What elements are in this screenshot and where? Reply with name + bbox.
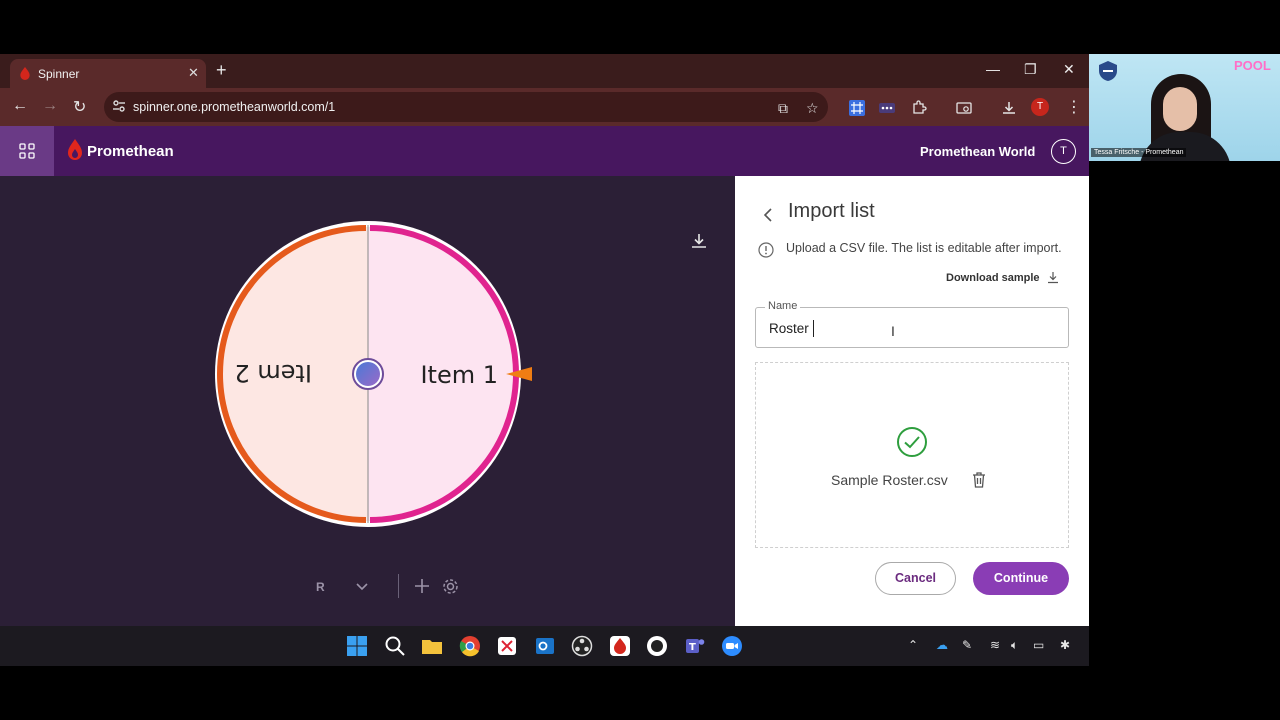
tray-overflow-icon[interactable]: ⌃: [908, 638, 918, 652]
spinner-wheel[interactable]: Item 1 Item 2: [214, 219, 534, 529]
forward-icon[interactable]: →: [42, 97, 58, 115]
grid-extension-icon[interactable]: [849, 100, 865, 116]
restore-icon[interactable]: ❐: [1024, 61, 1037, 78]
back-chevron-icon[interactable]: [763, 208, 773, 222]
webcam-feed: POOL Tessa Fritsche - Promethean: [1089, 54, 1280, 161]
webcam-caption: Tessa Fritsche - Promethean: [1091, 148, 1187, 157]
spinner-stage: Item 1 Item 2 R: [0, 176, 735, 626]
delete-file-trash-icon[interactable]: [971, 471, 987, 488]
info-text: Upload a CSV file. The list is editable …: [786, 241, 1062, 255]
onedrive-icon[interactable]: ☁: [936, 638, 948, 652]
browser-menu-icon[interactable]: ⋮: [1066, 97, 1082, 117]
grid-icon: [19, 143, 35, 159]
windows-taskbar: T ⌃ ☁ ✎ ≋ 🔈︎ ▭ ✱: [0, 626, 1089, 666]
svg-text:T: T: [689, 642, 696, 653]
text-cursor-icon: I: [891, 323, 895, 339]
info-icon: [758, 242, 774, 258]
promethean-flame-icon: [68, 139, 82, 160]
wheel-label-item-1: Item 1: [420, 361, 498, 389]
tab-title: Spinner: [38, 67, 80, 81]
battery-icon[interactable]: ▭: [1033, 638, 1044, 652]
chevron-down-icon[interactable]: [355, 582, 369, 592]
promethean-world-link[interactable]: Promethean World: [920, 144, 1035, 159]
mode-label[interactable]: R: [316, 580, 325, 594]
site-info-icon[interactable]: [112, 99, 126, 113]
obs-icon[interactable]: [571, 635, 593, 657]
snipping-tool-icon[interactable]: [496, 635, 518, 657]
app-launcher-button[interactable]: [0, 126, 54, 176]
wheel-spin-hub[interactable]: [356, 362, 380, 386]
outlook-icon[interactable]: [534, 635, 556, 657]
downloads-icon[interactable]: [1001, 100, 1017, 116]
windows-start-icon[interactable]: [346, 635, 368, 657]
notifications-icon[interactable]: ✱: [1060, 638, 1070, 652]
brand-name: Promethean: [87, 143, 174, 160]
extensions-puzzle-icon[interactable]: [911, 100, 927, 116]
chrome-icon[interactable]: [459, 635, 481, 657]
cancel-button[interactable]: Cancel: [875, 562, 956, 595]
tab-spinner[interactable]: Spinner ✕: [10, 59, 206, 88]
browser-window: Spinner ✕ + — ❐ ✕ ← → ↻ spinner.one.prom…: [0, 54, 1089, 626]
browser-toolbar: ← → ↻ spinner.one.prometheanworld.com/1 …: [0, 88, 1089, 126]
wheel-label-item-2: Item 2: [234, 359, 312, 387]
dots-extension-icon[interactable]: [879, 100, 895, 116]
app-page: Promethean Promethean World T Item 1 Ite…: [0, 126, 1089, 626]
tab-close-icon[interactable]: ✕: [188, 65, 199, 81]
add-icon[interactable]: [414, 578, 430, 594]
pen-input-icon[interactable]: ✎: [962, 638, 972, 652]
presenter-face: [1163, 87, 1197, 131]
url-text: spinner.one.prometheanworld.com/1: [133, 100, 336, 114]
github-desktop-icon[interactable]: [646, 635, 668, 657]
profile-avatar[interactable]: T: [1031, 98, 1049, 116]
panel-title: Import list: [788, 200, 875, 222]
name-field-value[interactable]: Roster: [769, 321, 809, 336]
address-bar[interactable]: spinner.one.prometheanworld.com/1 ⧉ ☆: [104, 92, 828, 122]
import-list-panel: Import list Upload a CSV file. The list …: [735, 176, 1089, 626]
download-sample-icon[interactable]: [1047, 271, 1059, 284]
bookmark-star-icon[interactable]: ☆: [806, 100, 819, 117]
app-header: Promethean Promethean World T: [0, 126, 1089, 176]
search-icon[interactable]: [384, 635, 406, 657]
volume-icon[interactable]: 🔈︎: [1011, 638, 1018, 653]
name-field-label: Name: [765, 300, 801, 312]
file-drop-zone[interactable]: Sample Roster.csv: [755, 362, 1069, 548]
file-explorer-icon[interactable]: [421, 635, 443, 657]
user-avatar[interactable]: T: [1051, 139, 1076, 164]
new-tab-icon[interactable]: +: [216, 60, 227, 81]
tab-strip: Spinner ✕ + — ❐ ✕: [0, 54, 1089, 88]
minimize-icon[interactable]: —: [986, 61, 1000, 77]
continue-button[interactable]: Continue: [973, 562, 1069, 595]
promethean-favicon-icon: [20, 67, 30, 80]
text-caret: [813, 320, 814, 337]
promethean-app-icon[interactable]: [609, 635, 631, 657]
download-sample-link[interactable]: Download sample: [946, 272, 1040, 284]
settings-gear-icon[interactable]: [442, 578, 459, 595]
certification-badge-icon: [1099, 61, 1117, 81]
teams-icon[interactable]: T: [684, 635, 706, 657]
uploaded-file-name: Sample Roster.csv: [831, 472, 948, 488]
back-icon[interactable]: ←: [12, 97, 28, 115]
close-window-icon[interactable]: ✕: [1063, 61, 1075, 78]
download-icon[interactable]: [690, 232, 708, 250]
pool-overlay-text: POOL: [1234, 58, 1271, 73]
name-field[interactable]: Name Roster I: [755, 300, 1069, 348]
zoom-icon[interactable]: [721, 635, 743, 657]
screen: Spinner ✕ + — ❐ ✕ ← → ↻ spinner.one.prom…: [0, 0, 1280, 720]
cast-icon[interactable]: ⧉: [778, 100, 788, 117]
reading-mode-icon[interactable]: [956, 100, 972, 116]
reload-icon[interactable]: ↻: [73, 97, 86, 117]
wifi-icon[interactable]: ≋: [990, 638, 1000, 652]
upload-success-check-icon: [897, 427, 927, 457]
